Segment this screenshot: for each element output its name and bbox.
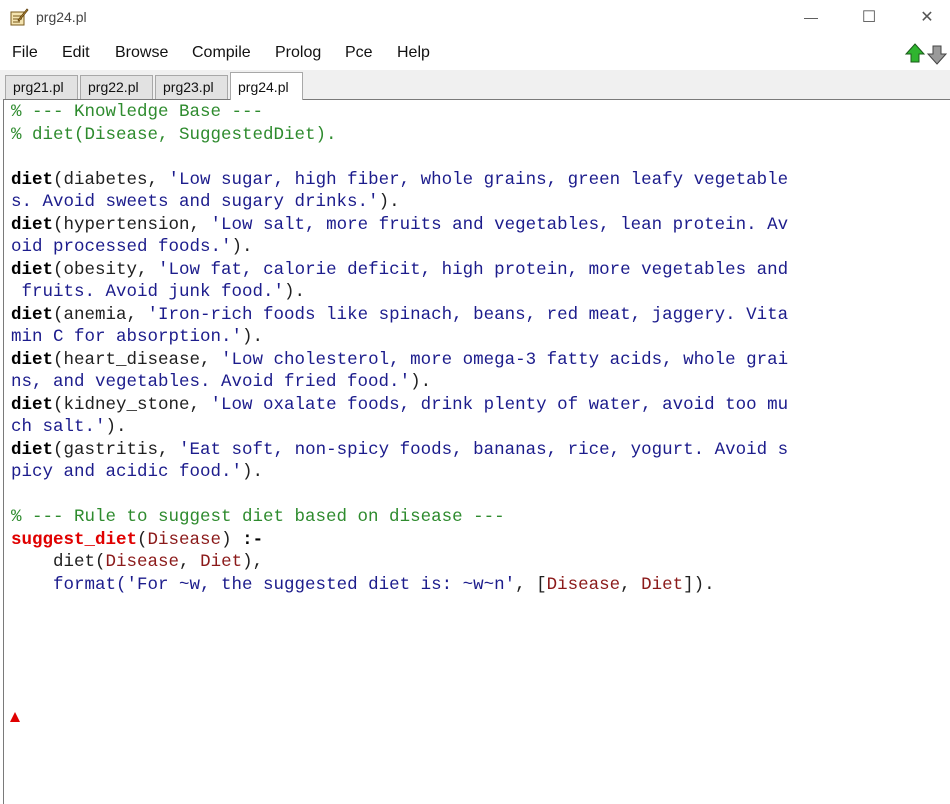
nav-buttons [904, 42, 950, 66]
maximize-button[interactable]: ☐ [840, 0, 898, 34]
menu-prolog[interactable]: Prolog [275, 44, 321, 62]
menu-compile[interactable]: Compile [192, 44, 251, 62]
tab-prg24[interactable]: prg24.pl [230, 72, 303, 100]
tab-bar: prg21.pl prg22.pl prg23.pl prg24.pl [0, 70, 950, 100]
fact-line: diet(hypertension, 'Low salt, more fruit… [11, 214, 789, 258]
menu-pce[interactable]: Pce [345, 44, 373, 62]
menu-bar: File Edit Browse Compile Prolog Pce Help [0, 36, 950, 70]
minimize-icon: — [804, 9, 818, 25]
menu-file[interactable]: File [12, 44, 38, 62]
gray-down-arrow-icon[interactable] [926, 42, 948, 66]
code-editor[interactable]: % --- Knowledge Base --- % diet(Disease,… [3, 99, 950, 804]
fact-line: diet(anemia, 'Iron-rich foods like spina… [11, 304, 789, 348]
tab-prg23[interactable]: prg23.pl [155, 75, 228, 100]
menu-edit[interactable]: Edit [62, 44, 90, 62]
close-button[interactable]: ✕ [898, 0, 950, 34]
tab-label: prg24.pl [238, 79, 289, 95]
fact-line: diet(obesity, 'Low fat, calorie deficit,… [11, 259, 789, 303]
menu-help[interactable]: Help [397, 44, 430, 62]
fact-line: diet(diabetes, 'Low sugar, high fiber, w… [11, 169, 789, 213]
title-bar: prg24.pl — ☐ ✕ [0, 0, 950, 36]
tab-label: prg21.pl [13, 79, 64, 95]
source-code: % --- Knowledge Base --- % diet(Disease,… [11, 101, 788, 596]
rule-goal-line: diet(Disease, Diet), [53, 552, 264, 572]
comment-line: % --- Rule to suggest diet based on dise… [11, 507, 505, 527]
close-icon: ✕ [920, 9, 934, 26]
maximize-icon: ☐ [861, 9, 877, 26]
tab-label: prg22.pl [88, 79, 139, 95]
fact-line: diet(gastritis, 'Eat soft, non-spicy foo… [11, 439, 789, 483]
comment-line: % diet(Disease, SuggestedDiet). [11, 124, 337, 145]
tab-prg21[interactable]: prg21.pl [5, 75, 78, 100]
window-title: prg24.pl [36, 9, 87, 25]
comment-line: % --- Knowledge Base --- [11, 102, 264, 122]
rule-goal-line: format('For ~w, the suggested diet is: ~… [53, 574, 715, 595]
tab-label: prg23.pl [163, 79, 214, 95]
minimize-button[interactable]: — [782, 0, 840, 34]
rule-head-line: suggest_diet(Disease) :- [11, 529, 264, 550]
green-up-arrow-icon[interactable] [904, 42, 926, 66]
caret-marker-icon [10, 712, 20, 722]
tab-prg22[interactable]: prg22.pl [80, 75, 153, 100]
fact-line: diet(heart_disease, 'Low cholesterol, mo… [11, 349, 789, 393]
menu-browse[interactable]: Browse [115, 44, 168, 62]
fact-line: diet(kidney_stone, 'Low oxalate foods, d… [11, 394, 789, 438]
quill-edit-icon [10, 8, 29, 26]
